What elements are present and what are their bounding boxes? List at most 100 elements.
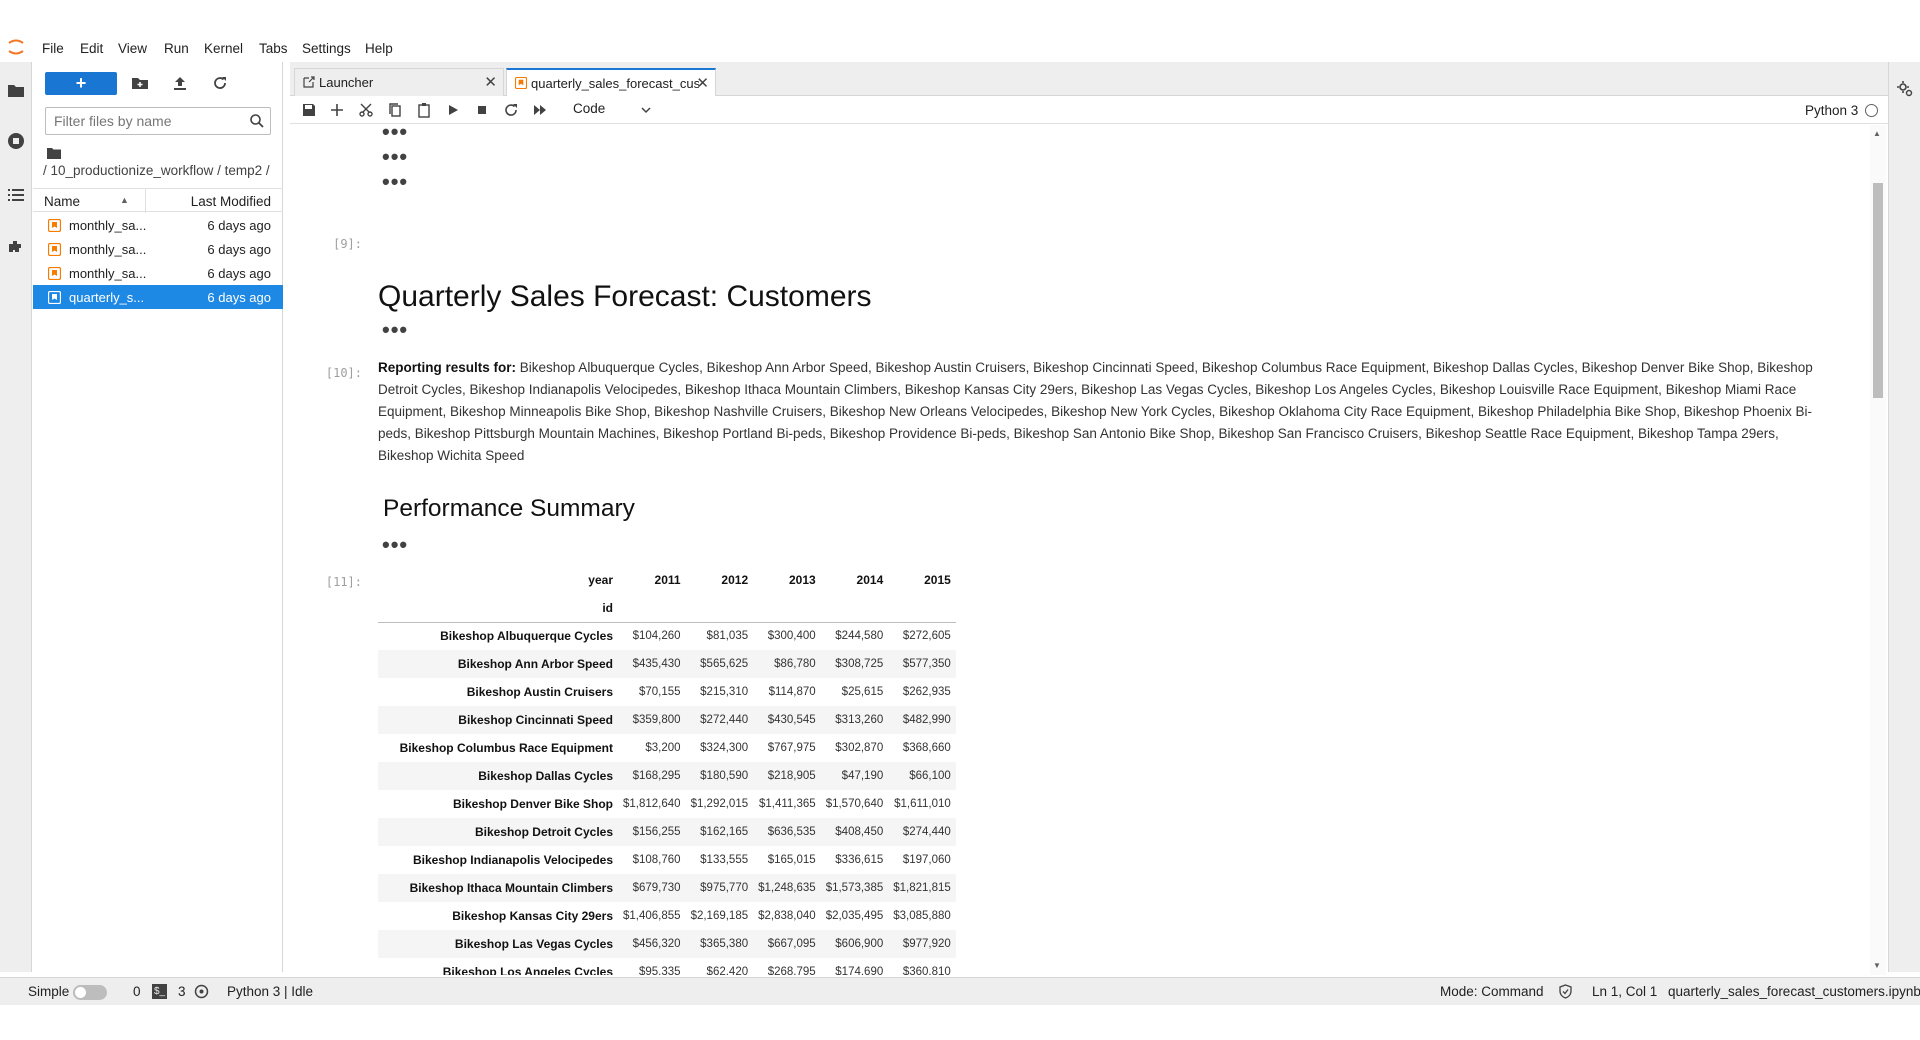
cut-icon[interactable] xyxy=(358,102,374,118)
table-cell: $272,605 xyxy=(902,630,951,643)
save-icon[interactable] xyxy=(301,102,317,118)
table-cell: $218,905 xyxy=(767,770,816,782)
terminal-count[interactable]: 0 xyxy=(133,984,141,999)
cell-prompt: [10]: xyxy=(325,366,362,380)
reporting-text: Bikeshop Albuquerque Cycles, Bikeshop An… xyxy=(378,360,1813,463)
menu-view[interactable]: View xyxy=(118,41,147,56)
notebook-scrollbar[interactable]: ▲ ▼ xyxy=(1870,125,1886,975)
table-cell: $767,975 xyxy=(767,742,816,754)
table-cell: $2,838,040 xyxy=(758,910,816,922)
shield-icon[interactable] xyxy=(1558,984,1573,999)
tab-notebook[interactable]: quarterly_sales_forecast_customers.ipynb… xyxy=(506,68,716,96)
menu-help[interactable]: Help xyxy=(365,41,393,56)
running-sessions-icon[interactable] xyxy=(6,131,26,151)
menu-kernel[interactable]: Kernel xyxy=(204,41,243,56)
section-heading: Performance Summary xyxy=(383,495,635,522)
cursor-position[interactable]: Ln 1, Col 1 xyxy=(1592,984,1657,999)
property-inspector-icon[interactable] xyxy=(1896,80,1914,98)
extensions-icon[interactable] xyxy=(6,237,26,257)
scrollbar-thumb[interactable] xyxy=(1873,183,1883,398)
new-folder-icon[interactable] xyxy=(131,74,149,92)
table-cell: $62,420 xyxy=(706,966,749,975)
refresh-icon[interactable] xyxy=(211,74,229,92)
stop-icon[interactable] xyxy=(474,102,490,118)
right-sidebar xyxy=(1888,62,1920,972)
chevron-down-icon[interactable] xyxy=(640,104,652,116)
table-cell: $336,615 xyxy=(835,854,884,866)
row-id: Bikeshop Ann Arbor Speed xyxy=(457,657,613,671)
file-filter-input[interactable]: Filter files by name xyxy=(45,107,271,135)
search-icon xyxy=(250,114,264,128)
kernel-name[interactable]: Python 3 xyxy=(1805,103,1858,118)
table-cell: $359,800 xyxy=(632,714,681,726)
menu-edit[interactable]: Edit xyxy=(80,41,103,56)
cell-type-select[interactable]: Code xyxy=(573,101,605,116)
menu-settings[interactable]: Settings xyxy=(302,41,351,56)
row-id: Bikeshop Dallas Cycles xyxy=(478,769,613,783)
file-list-item[interactable]: monthly_sa... 6 days ago xyxy=(33,237,283,261)
table-cell: $70,155 xyxy=(638,686,681,698)
notebook-content[interactable]: ••• ••• ••• [9]: Quarterly Sales Forecas… xyxy=(290,125,1870,975)
column-name-header[interactable]: Name xyxy=(44,194,80,209)
file-name: monthly_sa... xyxy=(69,266,147,281)
copy-icon[interactable] xyxy=(387,102,403,118)
collapsed-cell-ellipsis[interactable]: ••• xyxy=(382,125,408,143)
close-icon[interactable]: ✕ xyxy=(484,73,497,91)
restart-icon[interactable] xyxy=(503,102,519,118)
file-list-item[interactable]: monthly_sa... 6 days ago xyxy=(33,261,283,285)
table-cell: $606,900 xyxy=(835,938,884,950)
table-row: Bikeshop Ithaca Mountain Climbers $679,73… xyxy=(378,874,956,902)
column-divider[interactable] xyxy=(145,189,146,213)
paste-icon[interactable] xyxy=(416,102,432,118)
notebook-toolbar: Code Python 3 xyxy=(290,96,1888,124)
collapsed-cell-ellipsis[interactable]: ••• xyxy=(382,146,408,168)
table-of-contents-icon[interactable] xyxy=(6,185,26,205)
terminal-icon[interactable]: $_ xyxy=(152,984,167,999)
row-id: Bikeshop Kansas City 29ers xyxy=(452,909,613,923)
table-cell: $95,335 xyxy=(638,966,681,975)
table-cell: $174,690 xyxy=(835,966,884,975)
scroll-up-icon[interactable]: ▲ xyxy=(1873,129,1881,138)
new-launcher-button[interactable]: + xyxy=(45,72,117,95)
column-modified-header[interactable]: Last Modified xyxy=(191,194,271,209)
table-row: Bikeshop Denver Bike Shop $1,812,640 $1,29… xyxy=(378,790,956,818)
add-cell-icon[interactable] xyxy=(329,102,345,118)
tab-launcher[interactable]: Launcher ✕ xyxy=(294,68,504,96)
folder-icon[interactable] xyxy=(6,80,26,100)
kernel-state[interactable]: Python 3 | Idle xyxy=(227,984,313,999)
table-cell: $2,035,495 xyxy=(825,910,884,922)
scroll-down-icon[interactable]: ▼ xyxy=(1873,961,1881,970)
collapsed-cell-ellipsis[interactable]: ••• xyxy=(382,171,408,193)
file-list-item[interactable]: monthly_sa... 6 days ago xyxy=(33,213,283,237)
collapsed-cell-ellipsis[interactable]: ••• xyxy=(382,534,408,556)
simple-mode-toggle[interactable] xyxy=(73,985,107,1000)
menu-run[interactable]: Run xyxy=(164,41,189,56)
table-cell: $1,573,385 xyxy=(825,882,884,894)
table-cell: $180,590 xyxy=(700,770,749,782)
upload-icon[interactable] xyxy=(171,74,189,92)
close-icon[interactable]: ✕ xyxy=(696,74,709,92)
file-list-item-selected[interactable]: quarterly_s... 6 days ago xyxy=(33,285,283,309)
notebook-icon xyxy=(515,77,527,89)
restart-run-all-icon[interactable] xyxy=(532,102,548,118)
table-row: Bikeshop Dallas Cycles $168,295 $180,590 $2… xyxy=(378,762,956,790)
menu-file[interactable]: File xyxy=(42,41,64,56)
table-cell: $244,580 xyxy=(835,630,884,643)
table-cell: $133,555 xyxy=(700,854,749,866)
home-folder-icon[interactable] xyxy=(47,147,61,159)
table-cell: $104,260 xyxy=(632,630,681,643)
table-row: Bikeshop Austin Cruisers $70,155 $215,310 $… xyxy=(378,678,956,706)
left-activity-bar xyxy=(0,62,32,972)
file-list-header: Name ▲ Last Modified xyxy=(33,188,283,213)
menu-tabs[interactable]: Tabs xyxy=(259,41,288,56)
kernel-count[interactable]: 3 xyxy=(178,984,186,999)
breadcrumb[interactable]: / 10_productionize_workflow / temp2 / xyxy=(43,163,270,178)
table-cell: $3,085,880 xyxy=(893,910,951,922)
table-cell: $1,248,635 xyxy=(758,882,816,894)
collapsed-cell-ellipsis[interactable]: ••• xyxy=(382,319,408,341)
run-icon[interactable] xyxy=(445,102,461,118)
table-row: Bikeshop Cincinnati Speed $359,800 $272,44… xyxy=(378,706,956,734)
table-cell: $1,812,640 xyxy=(623,798,681,810)
table-cell: $977,920 xyxy=(902,938,951,950)
kernel-icon[interactable] xyxy=(194,984,209,999)
